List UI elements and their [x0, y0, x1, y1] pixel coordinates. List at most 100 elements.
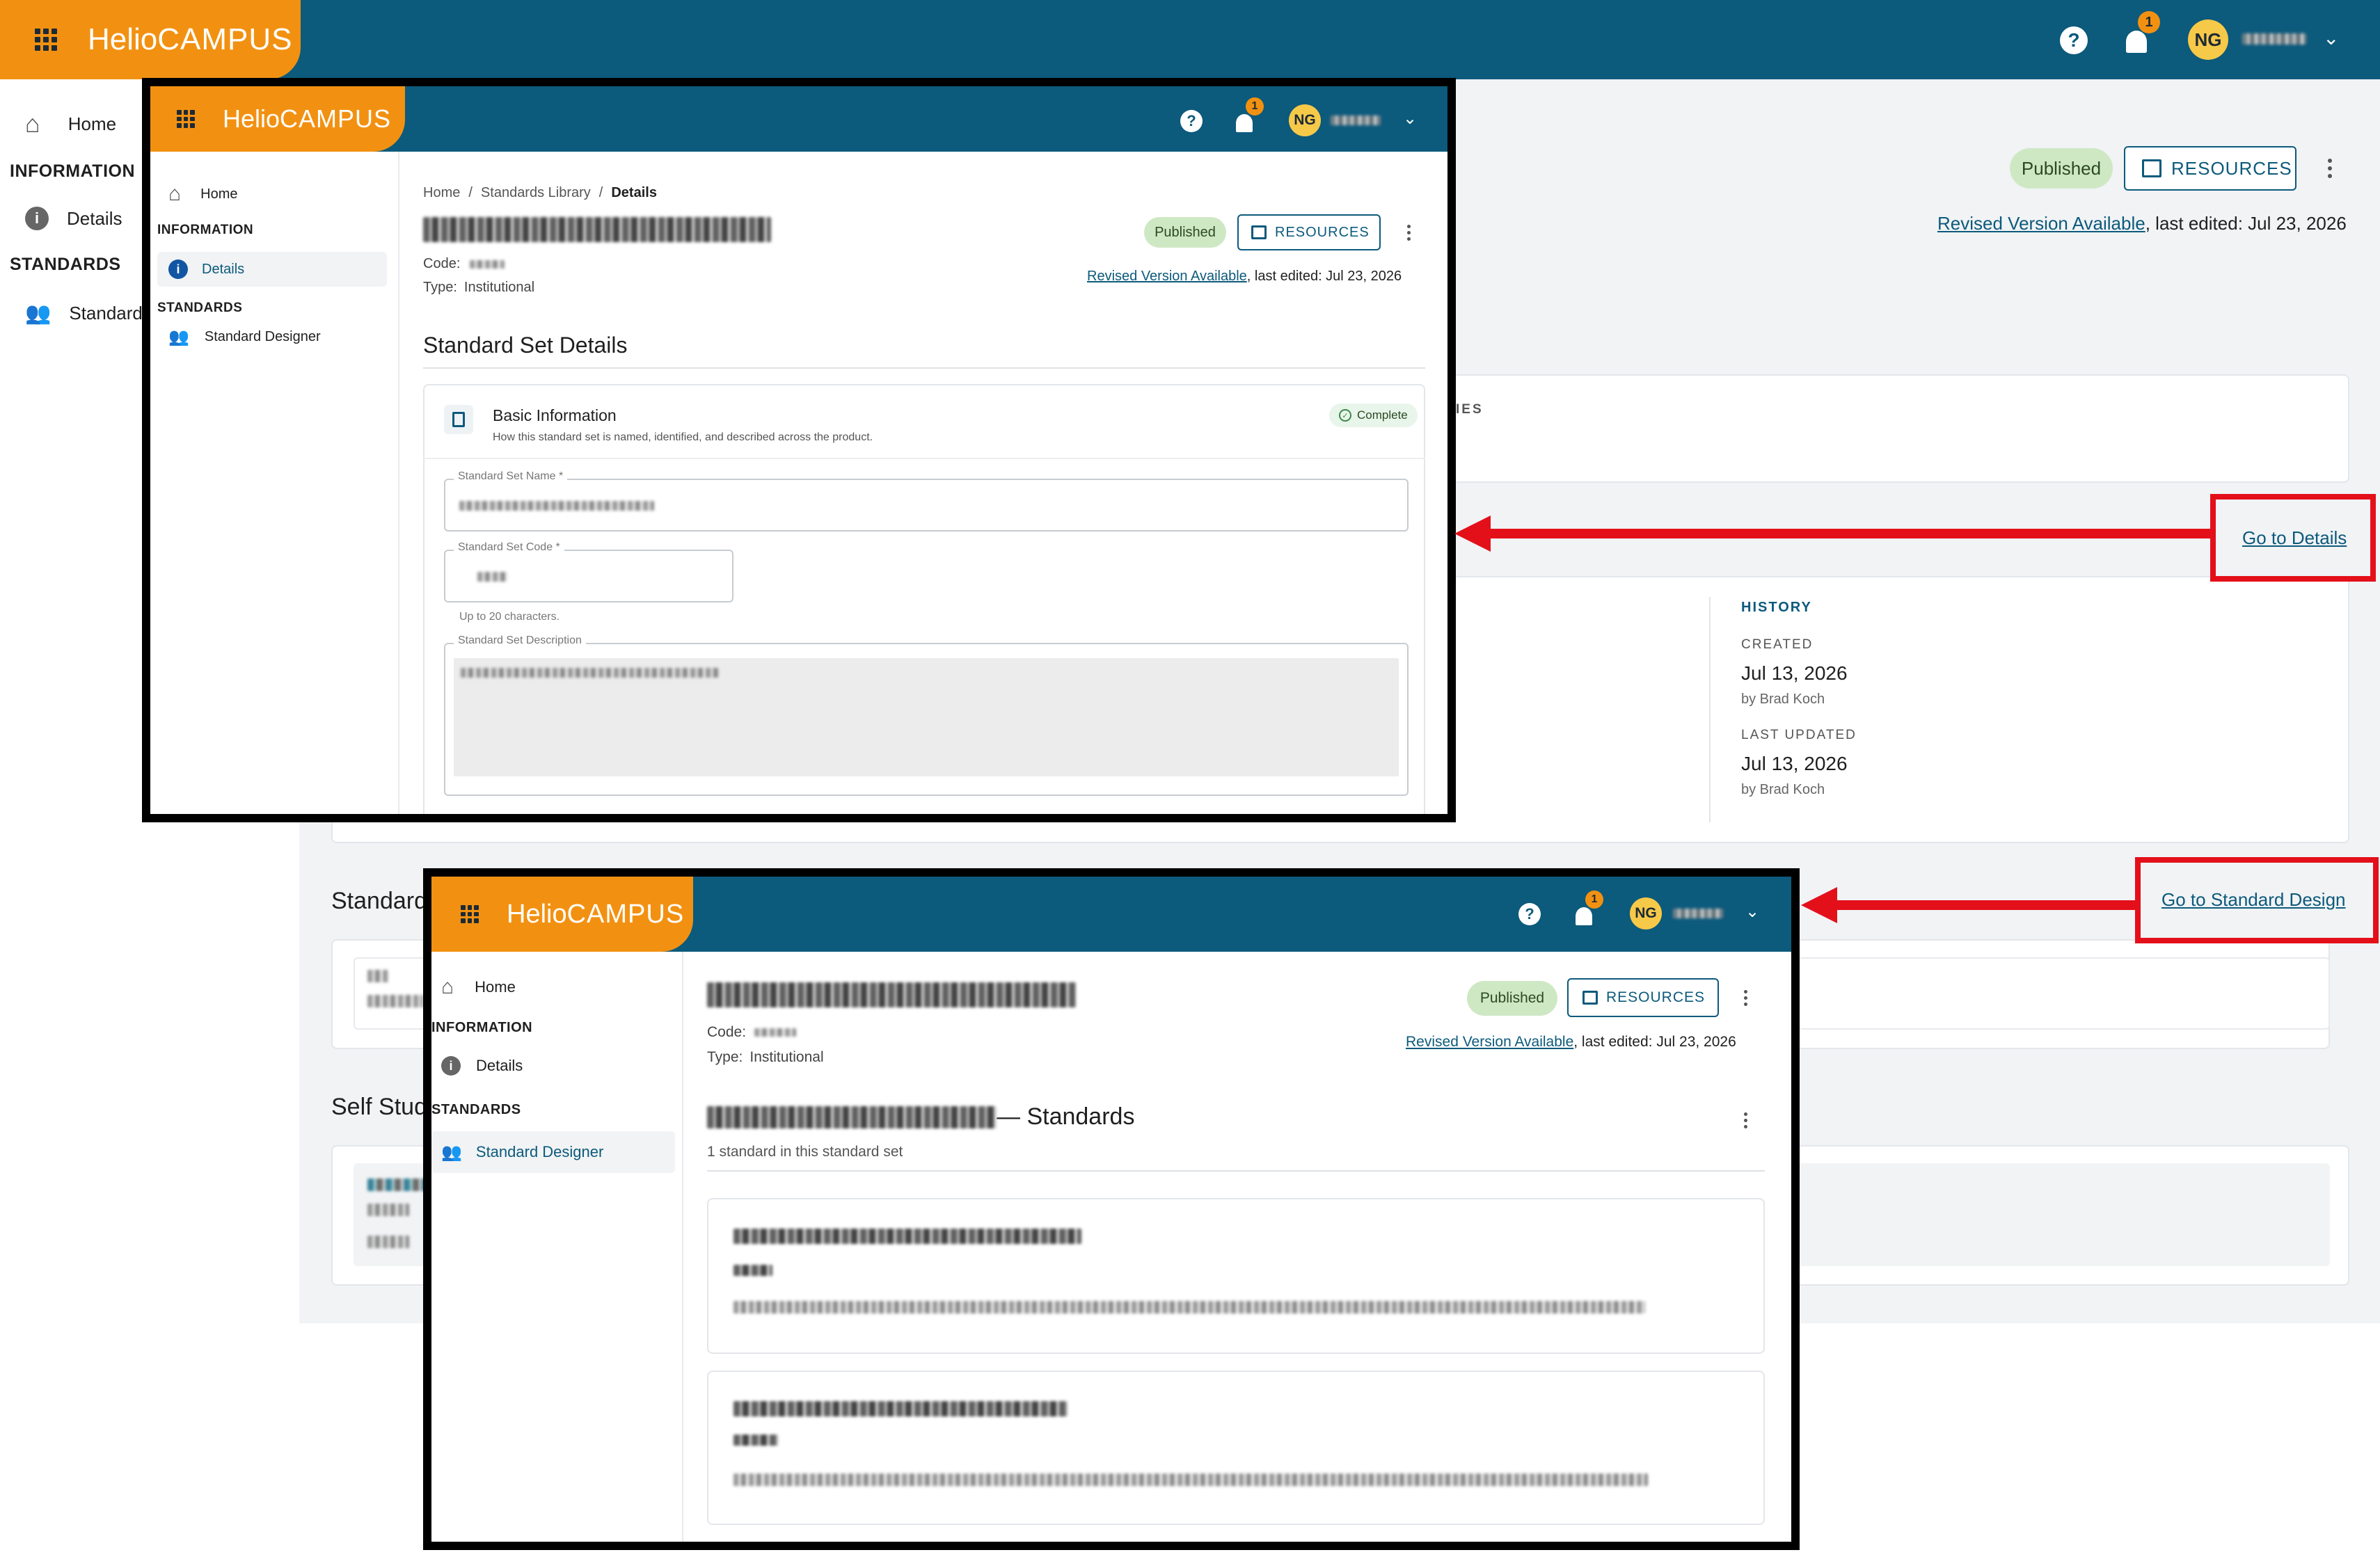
notification-badge: 1: [1246, 97, 1264, 115]
history-divider: [1709, 597, 1711, 822]
details-screenshot-frame: HelioCAMPUS ? 1 NG ⌄ ⌂ Home INFORMATION i…: [142, 78, 1456, 822]
info-icon: i: [441, 1056, 461, 1076]
standard-set-code-label: Standard Set Code *: [454, 541, 564, 554]
sidebar: [431, 952, 683, 1542]
arrow-to-design: [1834, 900, 2138, 910]
home-icon: ⌂: [168, 182, 182, 205]
type-line: Type: Institutional: [423, 280, 535, 295]
breadcrumb-library[interactable]: Standards Library: [481, 185, 591, 201]
background-self-study-text: [367, 1179, 430, 1191]
brand-block: HelioCAMPUS: [431, 877, 693, 952]
standard-set-name: [707, 1105, 997, 1128]
home-icon: ⌂: [441, 975, 454, 998]
revised-version-info: Revised Version Available, last edited: …: [1406, 1034, 1736, 1050]
sidebar-item-home[interactable]: ⌂ Home: [441, 975, 516, 999]
help-icon[interactable]: ?: [2060, 26, 2088, 54]
standards-title-suffix: — Standards: [997, 1103, 1135, 1130]
go-to-details-link[interactable]: Go to Details: [2242, 527, 2347, 549]
more-options-icon[interactable]: [1738, 987, 1752, 1009]
notifications-bell-icon[interactable]: 1: [1573, 891, 1603, 925]
user-avatar[interactable]: NG: [1630, 897, 1662, 929]
complete-badge: ✓ Complete: [1329, 404, 1418, 427]
code-hint: Up to 20 characters.: [459, 611, 560, 623]
heliocampus-logo[interactable]: HelioCAMPUS: [507, 900, 684, 929]
standards-count: 1 standard in this standard set: [707, 1144, 903, 1160]
breadcrumb-home[interactable]: Home: [423, 185, 460, 201]
sidebar-item-home[interactable]: ⌂ Home: [168, 182, 237, 206]
standards-section-heading: Standard: [331, 888, 427, 914]
apps-grid-icon[interactable]: [461, 905, 479, 923]
resources-button[interactable]: RESOURCES: [1567, 978, 1719, 1017]
self-study-section-heading: Self Stud: [331, 1094, 427, 1120]
home-icon: ⌂: [25, 109, 40, 138]
user-avatar[interactable]: NG: [2188, 19, 2228, 60]
heliocampus-logo[interactable]: HelioCAMPUS: [88, 22, 293, 57]
breadcrumb: Home / Standards Library / Details: [423, 185, 657, 201]
created-date: Jul 13, 2026: [1741, 662, 1848, 684]
sidebar-item-details[interactable]: i Details: [157, 252, 387, 287]
standard-card-code: [733, 1435, 778, 1446]
sidebar-item-standard-designer[interactable]: 👥 Standard: [25, 299, 143, 327]
chevron-down-icon[interactable]: ⌄: [2323, 26, 2339, 49]
status-badge: Published: [1467, 981, 1557, 1016]
apps-grid-icon[interactable]: [35, 29, 57, 51]
sidebar-item-home[interactable]: ⌂ Home: [25, 109, 116, 138]
more-options-icon[interactable]: [2322, 154, 2338, 182]
brand-block: HelioCAMPUS: [0, 0, 301, 79]
sidebar-item-standard-designer[interactable]: 👥 Standard Designer: [431, 1131, 675, 1173]
standard-set-description-label: Standard Set Description: [454, 634, 586, 647]
notifications-bell-icon[interactable]: 1: [2123, 11, 2160, 53]
standard-card[interactable]: [707, 1198, 1765, 1354]
section-title: Standard Set Details: [423, 333, 628, 358]
sidebar-item-details[interactable]: i Details: [25, 205, 122, 232]
resources-icon: [1251, 225, 1267, 239]
people-icon: 👥: [25, 301, 51, 325]
basic-info-description: How this standard set is named, identifi…: [493, 431, 873, 443]
nav-section-information: INFORMATION: [10, 161, 136, 181]
standards-more-options-icon[interactable]: [1738, 1109, 1752, 1131]
user-name: [1331, 115, 1381, 125]
apps-grid-icon[interactable]: [177, 110, 195, 128]
resources-button[interactable]: RESOURCES: [2124, 146, 2296, 191]
resources-button[interactable]: RESOURCES: [1237, 214, 1381, 250]
help-icon[interactable]: ?: [1518, 903, 1541, 925]
sidebar-item-standard-designer[interactable]: 👥 Standard Designer: [168, 327, 321, 347]
go-to-standard-design-link[interactable]: Go to Standard Design: [2161, 889, 2346, 911]
info-icon: i: [25, 207, 49, 230]
heliocampus-logo[interactable]: HelioCAMPUS: [223, 104, 391, 134]
status-badge: Published: [1144, 217, 1226, 248]
standard-set-code-value: [477, 572, 508, 582]
background-standard-text: [367, 995, 423, 1007]
breadcrumb-current: Details: [611, 185, 657, 200]
chevron-down-icon[interactable]: ⌄: [1403, 109, 1417, 129]
more-options-icon[interactable]: [1402, 221, 1415, 243]
updated-date: Jul 13, 2026: [1741, 753, 1848, 774]
user-avatar[interactable]: NG: [1289, 104, 1321, 136]
arrow-to-details-head: [1454, 516, 1491, 552]
arrow-to-details: [1489, 529, 2213, 538]
created-by: by Brad Koch: [1741, 692, 1825, 707]
help-icon[interactable]: ?: [1180, 110, 1203, 132]
background-self-study-text: [367, 1204, 409, 1216]
history-heading: HISTORY: [1741, 600, 1812, 615]
revised-version-link[interactable]: Revised Version Available: [1406, 1034, 1573, 1050]
nav-section-standards: STANDARDS: [431, 1102, 521, 1117]
standard-card-title: [733, 1229, 1081, 1244]
document-icon: [444, 405, 473, 434]
people-icon: 👥: [168, 328, 189, 346]
chevron-down-icon[interactable]: ⌄: [1745, 902, 1759, 922]
card-divider: [423, 458, 1425, 459]
notifications-bell-icon[interactable]: 1: [1233, 97, 1264, 132]
sidebar-item-details[interactable]: i Details: [441, 1056, 523, 1076]
standard-card-description: [733, 1474, 1648, 1486]
code-line: Code:: [707, 1024, 797, 1041]
code-value: [754, 1028, 797, 1037]
standard-card[interactable]: [707, 1371, 1765, 1525]
background-standard-text: [367, 970, 388, 982]
revised-version-info: Revised Version Available, last edited: …: [1937, 213, 2347, 234]
page-title: [423, 217, 771, 242]
standard-set-name-label: Standard Set Name *: [454, 470, 568, 483]
created-label: CREATED: [1741, 637, 1814, 652]
revised-version-link[interactable]: Revised Version Available: [1087, 269, 1247, 284]
revised-version-link[interactable]: Revised Version Available: [1937, 213, 2145, 234]
